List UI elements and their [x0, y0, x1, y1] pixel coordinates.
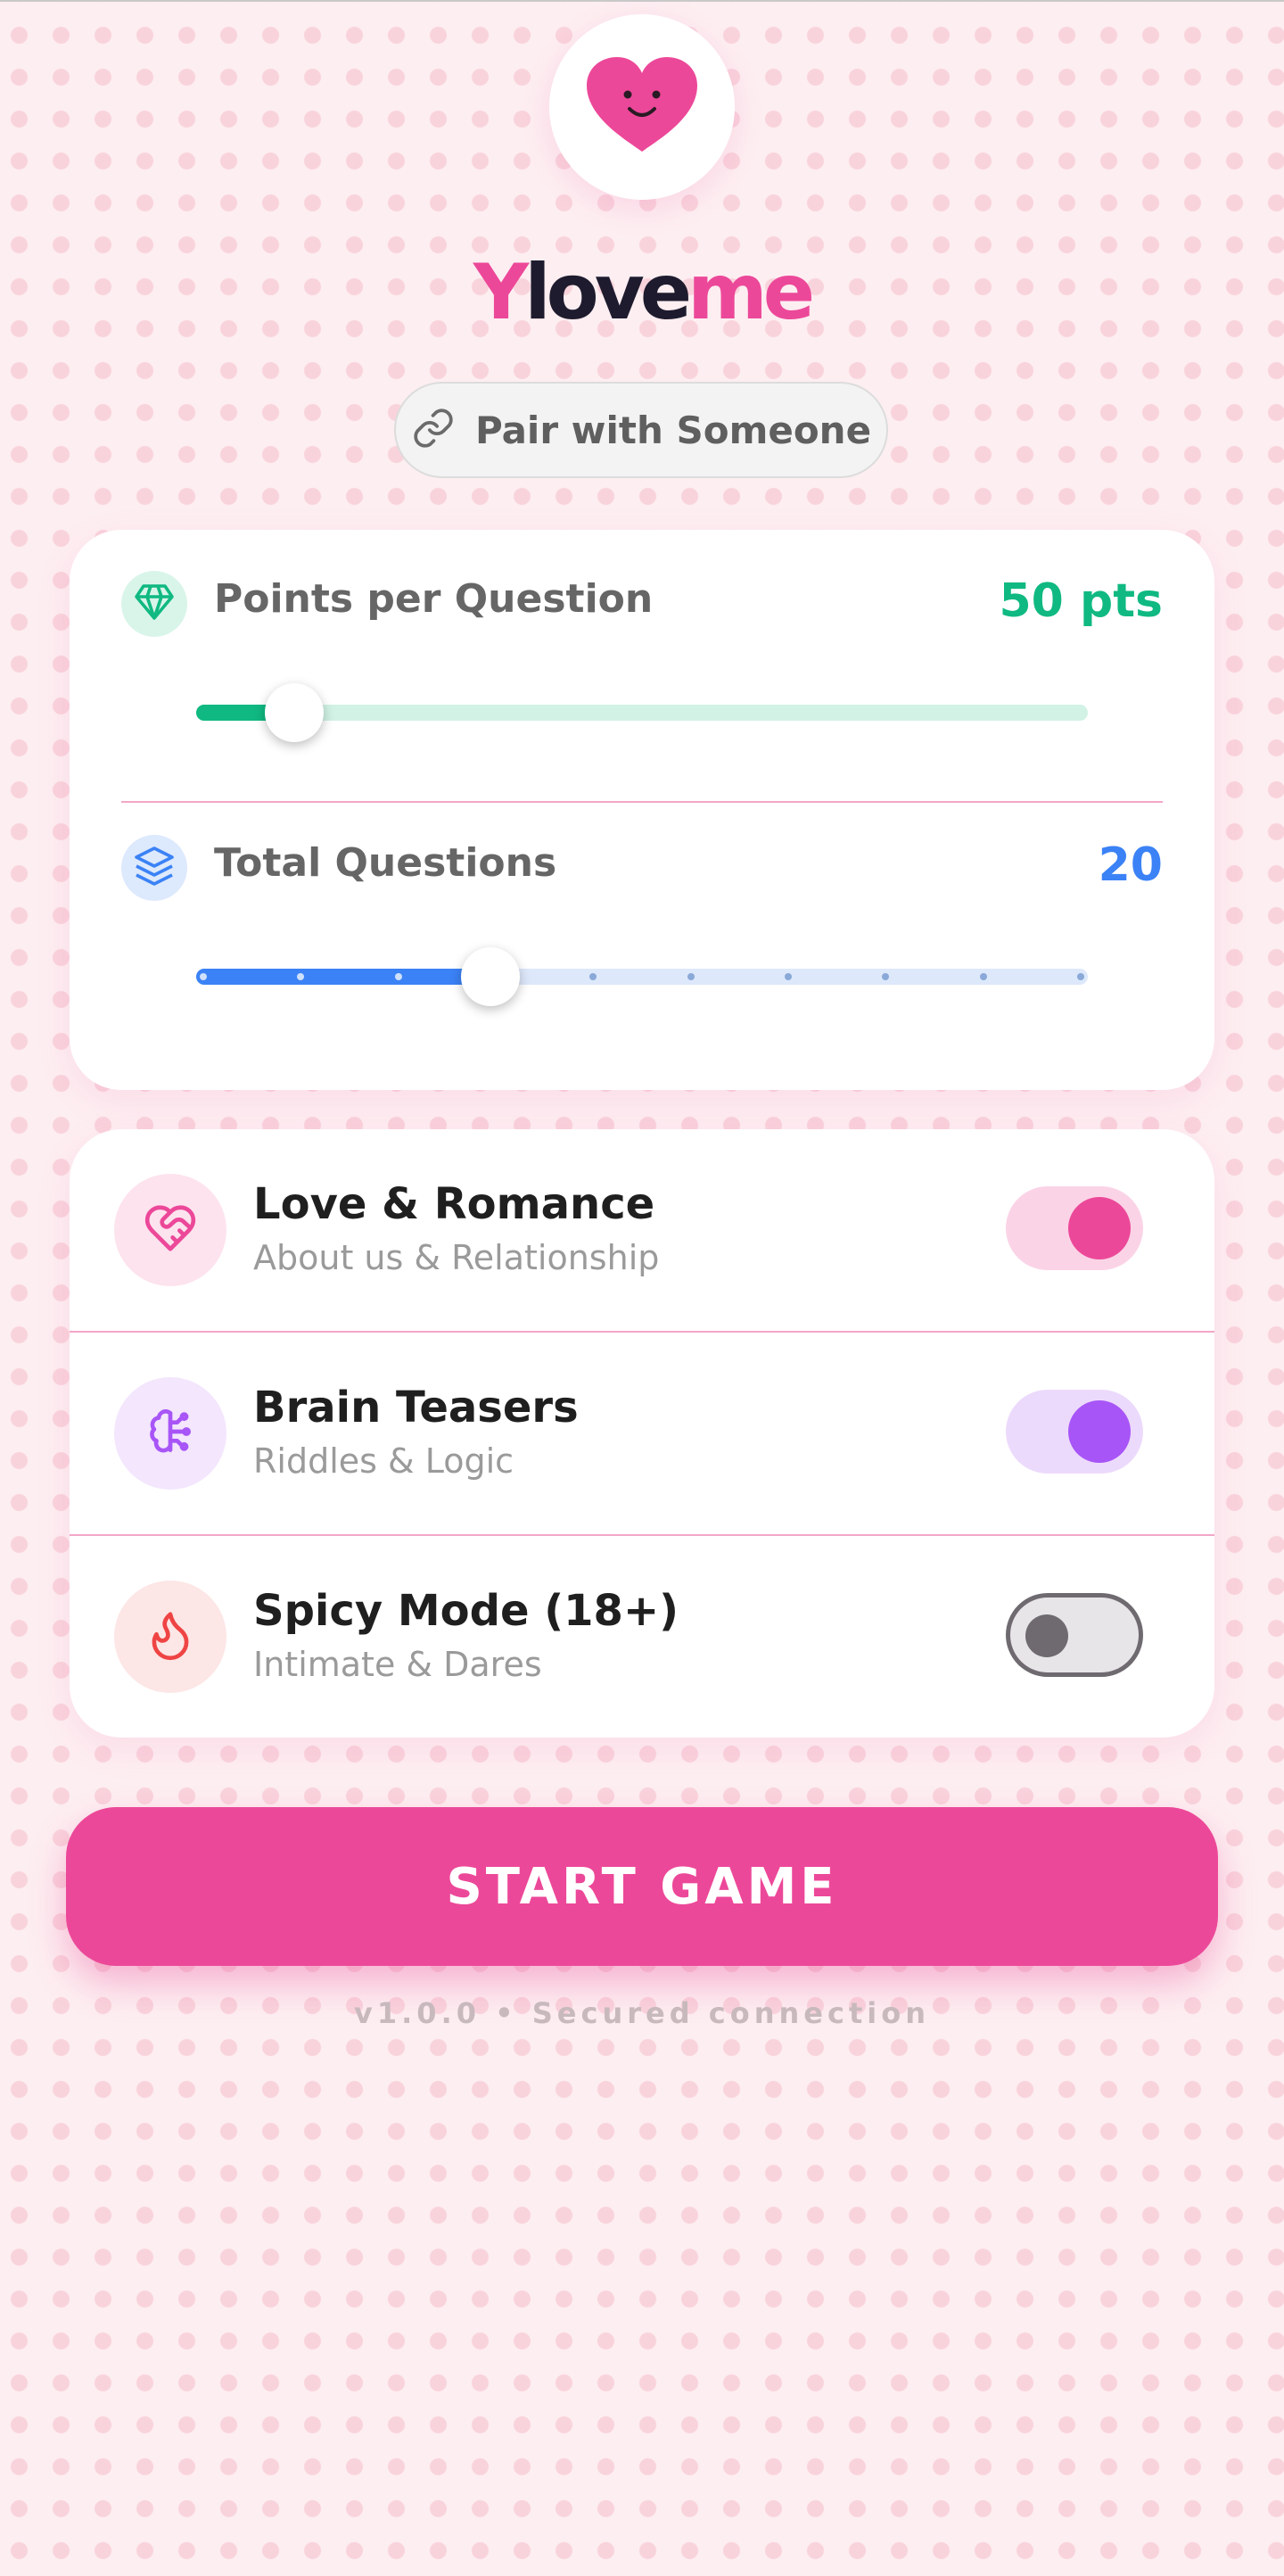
layers-icon [133, 845, 176, 891]
love-icon-badge [114, 1174, 226, 1286]
mode-row-love: Love & Romance About us & Relationship [70, 1129, 1214, 1333]
points-slider[interactable] [196, 683, 1088, 742]
app-logo [549, 14, 735, 200]
diamond-icon [133, 581, 176, 627]
mode-subtitle-brain: Riddles & Logic [253, 1441, 514, 1481]
toggle-knob [1025, 1614, 1068, 1657]
slider-tick [979, 973, 987, 980]
questions-label: Total Questions [214, 840, 557, 886]
points-value: 50 pts [999, 574, 1164, 628]
status-divider [0, 0, 1284, 2]
questions-slider-fill [196, 969, 490, 985]
toggle-knob [1068, 1197, 1131, 1259]
questions-slider-handle[interactable] [461, 947, 520, 1006]
start-game-label: START GAME [446, 1857, 838, 1916]
mode-row-brain: Brain Teasers Riddles & Logic [70, 1333, 1214, 1536]
flame-icon [143, 1607, 198, 1666]
love-mode-toggle[interactable] [1006, 1186, 1143, 1270]
pair-button[interactable]: Pair with Someone [394, 382, 888, 478]
app-title-part: love [524, 248, 692, 337]
app-title-part: Y [473, 248, 529, 337]
brain-icon [143, 1404, 198, 1463]
points-badge [121, 571, 187, 637]
game-settings-card: Points per Question 50 pts Total Questio… [70, 530, 1214, 1090]
app-title-part: me [687, 248, 815, 337]
mode-subtitle-love: About us & Relationship [253, 1238, 660, 1277]
spicy-mode-toggle[interactable] [1006, 1593, 1143, 1677]
points-slider-handle[interactable] [265, 683, 324, 742]
brain-icon-badge [114, 1377, 226, 1490]
app-title: Yloveme [0, 239, 1284, 346]
points-label: Points per Question [214, 576, 654, 622]
questions-value: 20 [1098, 838, 1163, 892]
settings-divider [121, 801, 1163, 803]
slider-tick [394, 973, 402, 980]
slider-tick [1077, 973, 1084, 980]
mode-title-love: Love & Romance [253, 1179, 655, 1229]
slider-tick [200, 973, 207, 980]
mode-title-brain: Brain Teasers [253, 1383, 579, 1432]
start-game-button[interactable]: START GAME [66, 1807, 1218, 1966]
questions-slider[interactable] [196, 947, 1088, 1006]
toggle-knob [1068, 1400, 1131, 1463]
mode-title-spicy: Spicy Mode (18+) [253, 1586, 679, 1636]
questions-badge [121, 835, 187, 901]
brain-mode-toggle[interactable] [1006, 1390, 1143, 1474]
mode-row-spicy: Spicy Mode (18+) Intimate & Dares [70, 1536, 1214, 1738]
slider-tick [687, 973, 695, 980]
spicy-icon-badge [114, 1581, 226, 1693]
slider-tick [882, 973, 890, 980]
heart-handshake-icon [143, 1201, 198, 1259]
slider-tick [785, 973, 792, 980]
smiling-heart-icon [583, 55, 701, 159]
link-icon [411, 406, 456, 454]
mode-subtitle-spicy: Intimate & Dares [253, 1645, 542, 1684]
version-footer: v1.0.0 • Secured connection [354, 1996, 930, 2030]
pair-button-label: Pair with Someone [474, 408, 872, 452]
slider-tick [589, 973, 597, 980]
game-modes-card: Love & Romance About us & Relationship B… [70, 1129, 1214, 1738]
